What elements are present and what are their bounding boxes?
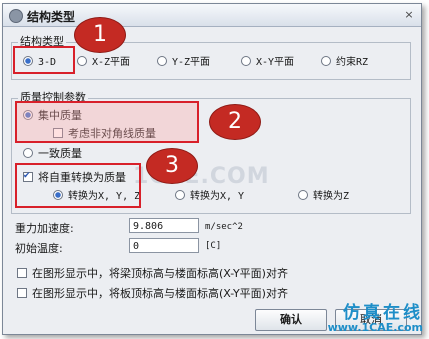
checkbox-align-beam-top[interactable]: 在图形显示中，将梁顶标高与楼面标高(X-Y平面)对齐 [17,267,288,281]
highlight-box-structure-type [13,46,75,74]
initial-temp-input[interactable]: 0 [129,238,199,253]
title-bar[interactable]: 结构类型 × [3,4,421,27]
brand-url: www.1CAE.com [327,321,423,334]
radio-convert-z[interactable]: 转换为Z [298,189,349,203]
radio-icon [298,190,308,200]
radio-xz-plane[interactable]: X-Z平面 [77,55,130,69]
brand-logo: 仿真在线 www.1CAE.com [328,298,423,334]
radio-icon [175,190,185,200]
dialog-title: 结构类型 [27,10,76,24]
annotation-badge-1: 1 [74,17,126,53]
gravity-label: 重力加速度: [15,222,74,235]
radio-xy-plane[interactable]: X-Y平面 [241,55,294,69]
ok-button[interactable]: 确认 [255,309,327,331]
radio-icon [321,56,331,66]
radio-icon [77,56,87,66]
annotation-badge-3: 3 [146,148,198,184]
initial-temp-label: 初始温度: [15,242,63,255]
radio-convert-xy[interactable]: 转换为X, Y [175,189,244,203]
radio-constrain-rz[interactable]: 约束RZ [321,55,368,69]
checkbox-align-slab-top[interactable]: 在图形显示中，将板顶标高与楼面标高(X-Y平面)对齐 [17,287,288,301]
annotation-badge-2: 2 [209,104,261,140]
radio-icon [157,56,167,66]
radio-consistent-mass[interactable]: 一致质量 [23,147,82,161]
highlight-box-mass-type [15,101,199,143]
gravity-unit: m/sec^2 [205,222,243,232]
checkbox-icon [17,288,27,298]
close-icon[interactable]: × [402,8,416,22]
brand-name: 仿真在线 [343,303,423,323]
radio-yz-plane[interactable]: Y-Z平面 [157,55,210,69]
initial-temp-unit: [C] [205,241,222,251]
checkbox-icon [17,268,27,278]
app-icon [9,9,23,23]
highlight-box-convert-selfweight [15,163,141,208]
radio-icon [241,56,251,66]
radio-icon [23,148,33,158]
gravity-input[interactable]: 9.806 [129,218,199,233]
